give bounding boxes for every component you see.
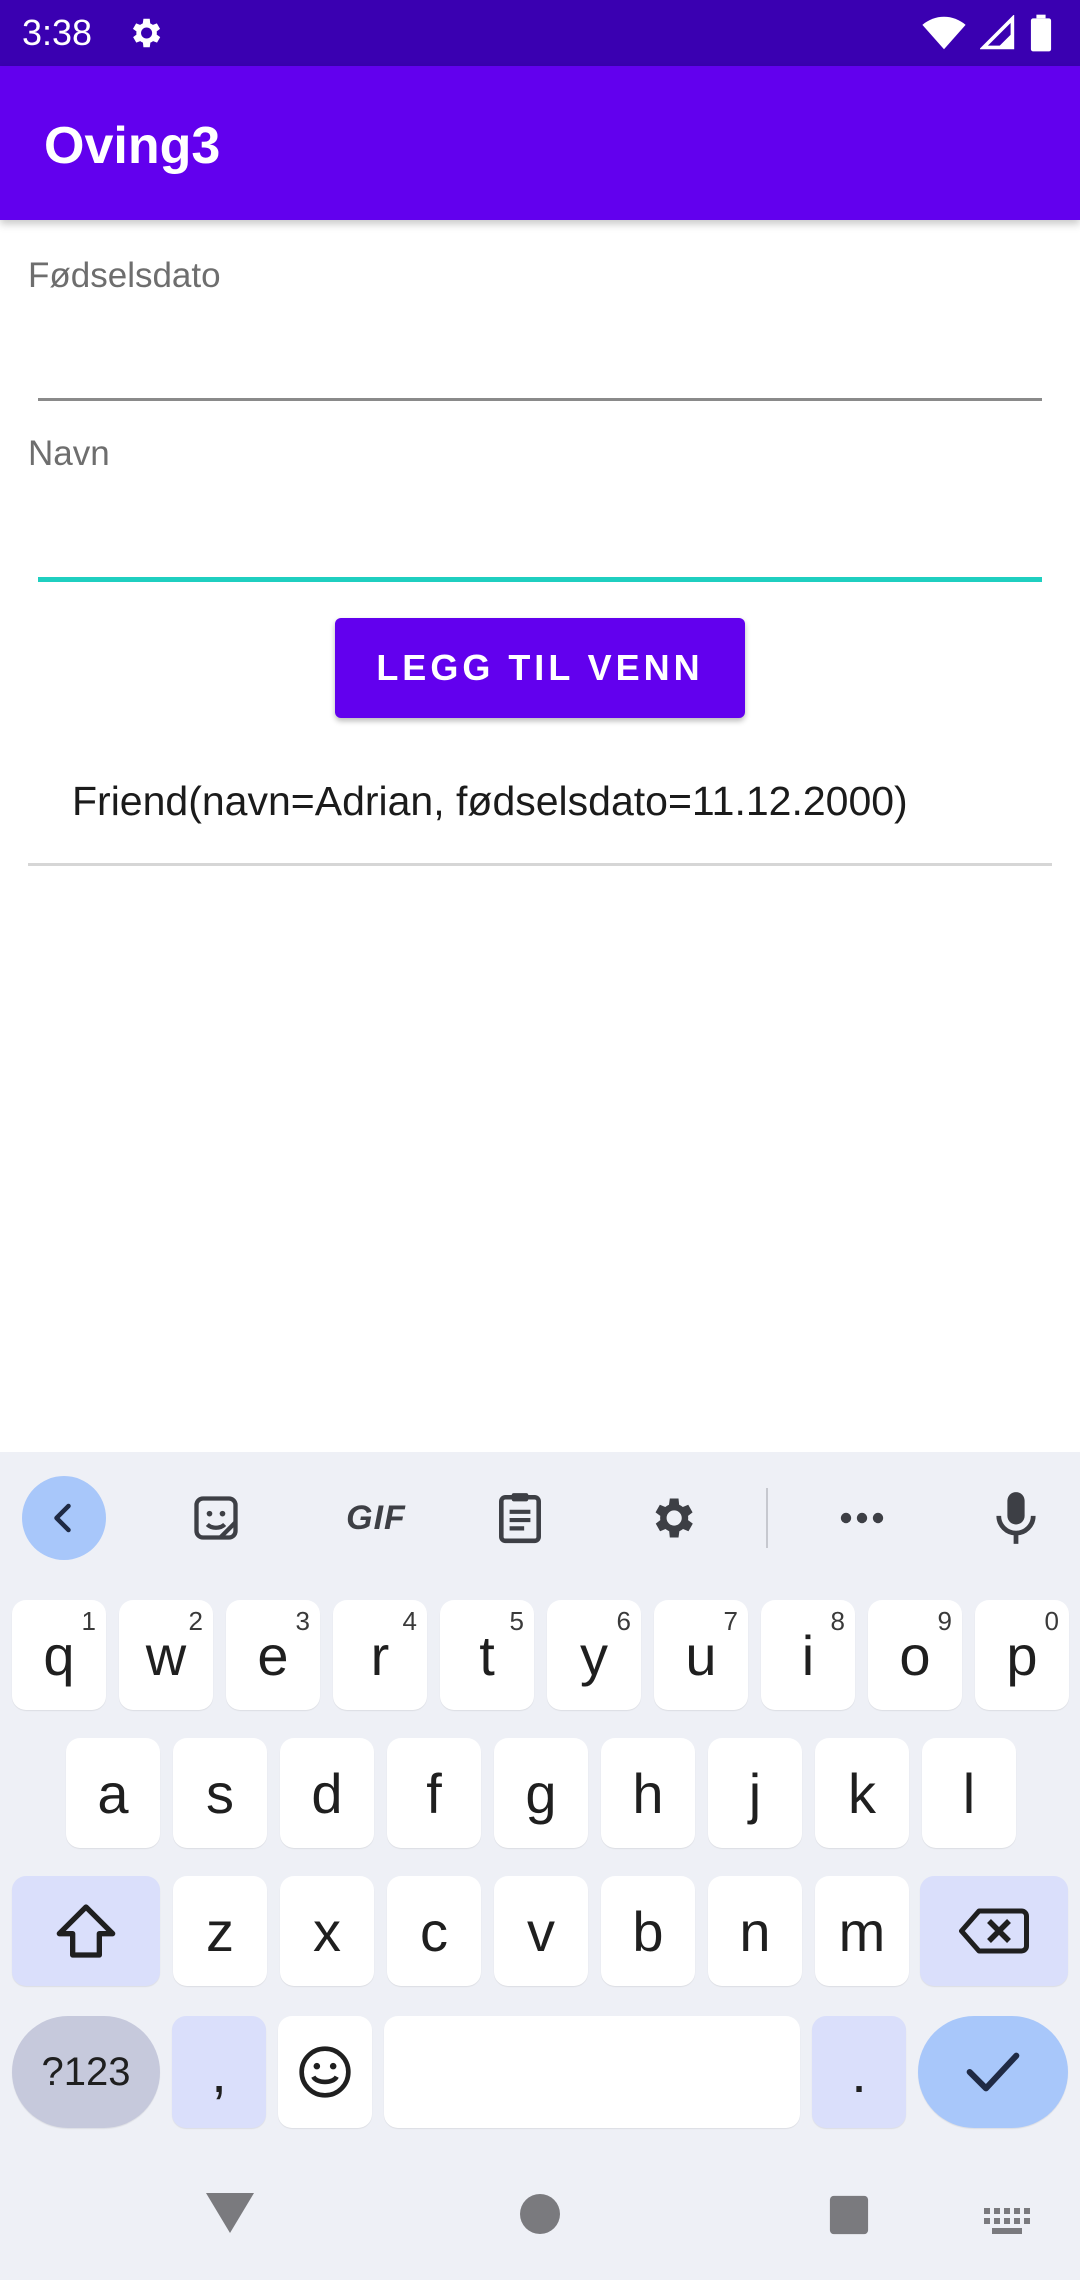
sticker-icon[interactable] — [176, 1478, 256, 1558]
key-k[interactable]: k — [815, 1738, 909, 1848]
key-t[interactable]: t5 — [440, 1600, 534, 1710]
key-w[interactable]: w2 — [119, 1600, 213, 1710]
key-u[interactable]: u7 — [654, 1600, 748, 1710]
home-nav-icon[interactable] — [518, 2192, 562, 2236]
app-bar: Oving3 — [0, 66, 1080, 220]
key-g[interactable]: g — [494, 1738, 588, 1848]
clipboard-icon[interactable] — [480, 1478, 560, 1558]
mic-icon[interactable] — [976, 1478, 1056, 1558]
keyboard-toolbar: GIF — [0, 1452, 1080, 1582]
recents-nav-icon[interactable] — [828, 2194, 870, 2236]
name-underline-focused — [38, 577, 1042, 582]
wifi-icon — [922, 16, 966, 50]
key-n[interactable]: n — [708, 1876, 802, 1986]
key-y[interactable]: y6 — [547, 1600, 641, 1710]
friends-list: Friend(navn=Adrian, fødselsdato=11.12.20… — [28, 740, 1052, 866]
name-field[interactable] — [38, 496, 1042, 576]
signal-icon — [980, 15, 1015, 50]
key-d[interactable]: d — [280, 1738, 374, 1848]
key-v[interactable]: v — [494, 1876, 588, 1986]
key-s[interactable]: s — [173, 1738, 267, 1848]
status-bar: 3:38 — [0, 0, 1080, 66]
navigation-bar — [0, 2152, 1080, 2280]
period-key[interactable]: . — [812, 2016, 906, 2128]
settings-icon[interactable] — [632, 1478, 712, 1558]
emoji-icon — [299, 2046, 351, 2098]
symbols-key[interactable]: ?123 — [12, 2016, 160, 2128]
key-i[interactable]: i8 — [761, 1600, 855, 1710]
app-screen: 3:38 Oving3 Fødselsdato Navn LEGG TIL VE… — [0, 0, 1080, 2280]
back-icon[interactable] — [22, 1476, 106, 1560]
status-icons — [922, 12, 1052, 54]
keyboard-switch-icon[interactable] — [984, 2208, 1030, 2234]
key-r[interactable]: r4 — [333, 1600, 427, 1710]
key-z[interactable]: z — [173, 1876, 267, 1986]
gif-icon[interactable]: GIF — [326, 1478, 426, 1558]
key-h[interactable]: h — [601, 1738, 695, 1848]
shift-icon — [56, 1904, 116, 1958]
dob-label: Fødselsdato — [28, 256, 221, 295]
key-e[interactable]: e3 — [226, 1600, 320, 1710]
comma-key[interactable]: , — [172, 2016, 266, 2128]
toolbar-divider — [766, 1488, 768, 1548]
key-j[interactable]: j — [708, 1738, 802, 1848]
key-p[interactable]: p0 — [975, 1600, 1069, 1710]
key-o[interactable]: o9 — [868, 1600, 962, 1710]
key-l[interactable]: l — [922, 1738, 1016, 1848]
settings-icon — [132, 18, 161, 48]
gif-label: GIF — [346, 1498, 406, 1537]
key-x[interactable]: x — [280, 1876, 374, 1986]
dob-underline — [38, 398, 1042, 401]
key-f[interactable]: f — [387, 1738, 481, 1848]
back-nav-icon[interactable] — [204, 2190, 256, 2236]
key-m[interactable]: m — [815, 1876, 909, 1986]
key-b[interactable]: b — [601, 1876, 695, 1986]
add-friend-button[interactable]: LEGG TIL VENN — [335, 618, 745, 718]
status-time: 3:38 — [22, 12, 93, 53]
enter-key[interactable] — [918, 2016, 1068, 2128]
name-label: Navn — [28, 434, 110, 473]
key-a[interactable]: a — [66, 1738, 160, 1848]
backspace-icon — [959, 1908, 1029, 1954]
battery-icon — [1030, 14, 1052, 52]
dob-field[interactable] — [38, 318, 1042, 398]
more-icon[interactable] — [822, 1478, 902, 1558]
app-title: Oving3 — [44, 117, 221, 175]
check-icon — [966, 2052, 1020, 2092]
emoji-key[interactable] — [278, 2016, 372, 2128]
backspace-key[interactable] — [920, 1876, 1068, 1986]
list-item[interactable]: Friend(navn=Adrian, fødselsdato=11.12.20… — [28, 740, 1052, 866]
key-q[interactable]: q1 — [12, 1600, 106, 1710]
space-key[interactable] — [384, 2016, 800, 2128]
key-c[interactable]: c — [387, 1876, 481, 1986]
shift-key[interactable] — [12, 1876, 160, 1986]
